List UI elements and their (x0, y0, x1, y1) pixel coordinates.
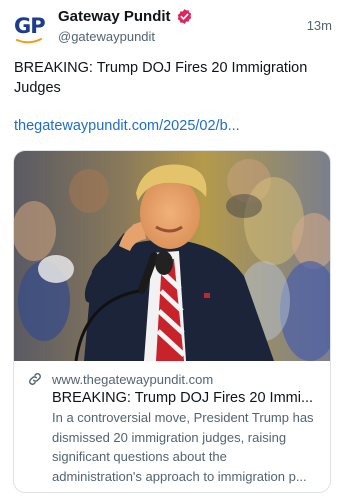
handle[interactable]: @gatewaypundit (58, 29, 155, 44)
card-image[interactable] (14, 151, 330, 361)
card-description-line: In a controversial move, President Trump… (52, 410, 314, 425)
card-description: In a controversial move, President Trump… (52, 408, 326, 486)
post-header: GP Gateway Pundit @gatewaypundit 13m (14, 6, 334, 46)
card-domain: www.thegatewaypundit.com (52, 371, 214, 387)
timestamp[interactable]: 13m (307, 18, 332, 33)
post[interactable]: GP Gateway Pundit @gatewaypundit 13m BRE… (0, 0, 344, 500)
name-row: Gateway Pundit (58, 8, 193, 25)
card-description-line: dismissed 20 immigration judges, raising (52, 429, 287, 445)
link-preview-card[interactable]: www.thegatewaypundit.com BREAKING: Trump… (13, 150, 331, 493)
domain-row: www.thegatewaypundit.com (27, 371, 213, 387)
card-title[interactable]: BREAKING: Trump DOJ Fires 20 Immi... (52, 389, 322, 407)
link-icon (29, 373, 41, 385)
avatar[interactable]: GP (14, 10, 46, 44)
post-link[interactable]: thegatewaypundit.com/2025/02/b... (14, 116, 332, 136)
card-description-line: significant questions about the (52, 449, 227, 464)
post-text: BREAKING: Trump DOJ Fires 20 Immigration… (14, 60, 308, 96)
logo-swoosh-icon (16, 38, 42, 44)
display-name[interactable]: Gateway Pundit (58, 8, 171, 25)
card-description-line: administration's approach to immigration… (52, 468, 307, 484)
verified-badge-icon (177, 9, 191, 24)
avatar-logo-text: GP (14, 14, 46, 38)
